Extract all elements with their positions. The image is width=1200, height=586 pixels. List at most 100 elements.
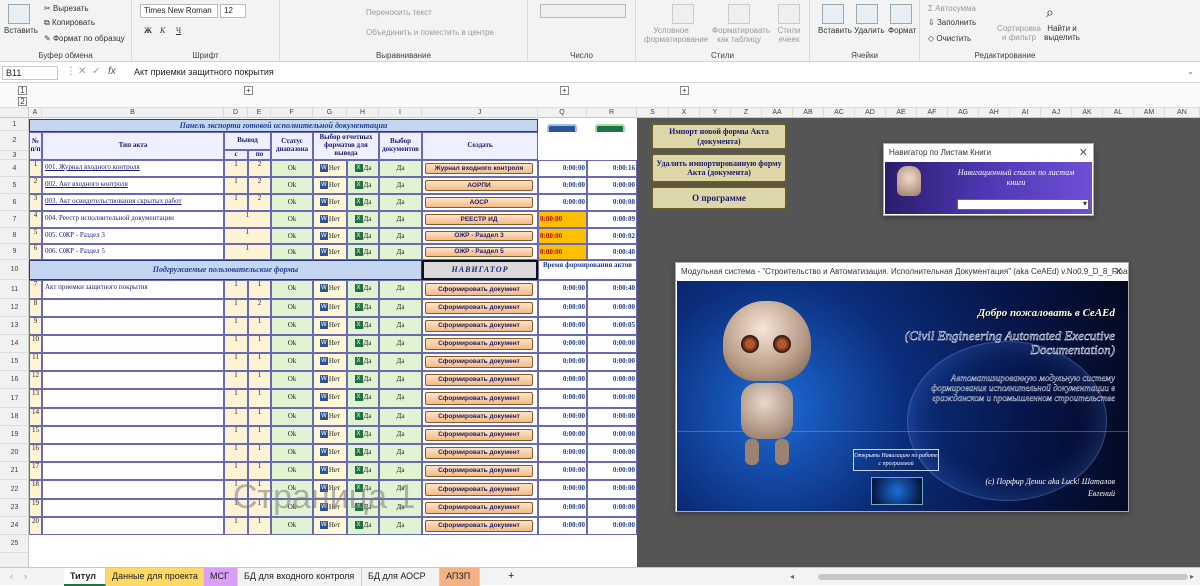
merge-center-button[interactable]: Объединить и поместить в центре <box>366 28 494 37</box>
insert-cells-icon[interactable] <box>822 4 844 24</box>
act-name[interactable] <box>42 335 224 353</box>
row-header[interactable]: 6 <box>0 194 29 211</box>
paste-icon[interactable] <box>8 4 30 24</box>
word-format-choice[interactable]: W Нет <box>313 228 347 244</box>
generate-document-button[interactable]: Сформировать документ <box>425 465 533 477</box>
word-format-choice[interactable]: W Нет <box>313 408 347 426</box>
column-header[interactable]: D <box>224 108 248 118</box>
word-format-choice[interactable]: W Нет <box>313 177 347 194</box>
column-header[interactable]: AF <box>917 108 948 118</box>
column-header[interactable]: AA <box>762 108 793 118</box>
act-name[interactable]: 003. Акт освидетельствования скрытых раб… <box>42 194 224 211</box>
row-header[interactable]: 17 <box>0 389 29 408</box>
document-choice[interactable]: Да <box>379 371 422 389</box>
document-choice[interactable]: Да <box>379 211 422 228</box>
word-format-choice[interactable]: W Нет <box>313 317 347 335</box>
column-header[interactable]: Y <box>700 108 731 118</box>
row-header[interactable]: 23 <box>0 499 29 517</box>
clear-button[interactable]: ◇ Очистить <box>928 34 971 43</box>
act-name[interactable]: 004. Реестр исполнительной документации <box>42 211 224 228</box>
generate-document-button[interactable]: Сформировать документ <box>425 338 533 350</box>
close-icon[interactable]: ✕ <box>1079 146 1088 159</box>
sheet-tab[interactable]: МСГ <box>204 568 238 586</box>
act-name[interactable]: 001. Журнал входного контроля <box>42 160 224 177</box>
excel-format-choice[interactable]: X Да <box>347 194 379 211</box>
output-to[interactable]: 1 <box>248 462 271 480</box>
column-header[interactable]: X <box>669 108 700 118</box>
excel-format-choice[interactable]: X Да <box>347 480 379 499</box>
column-header[interactable]: AC <box>824 108 855 118</box>
excel-format-choice[interactable]: X Да <box>347 353 379 371</box>
column-header[interactable]: J <box>422 108 538 118</box>
excel-format-choice[interactable]: X Да <box>347 462 379 480</box>
cut-button[interactable]: ✂ Вырезать <box>44 4 89 13</box>
row-header[interactable]: 16 <box>0 371 29 389</box>
column-header[interactable]: AE <box>886 108 917 118</box>
generate-document-button[interactable]: Сформировать документ <box>425 283 533 296</box>
column-header[interactable]: I <box>379 108 422 118</box>
copy-button[interactable]: ⧉ Копировать <box>44 18 95 28</box>
paste-button[interactable]: Вставить <box>4 26 38 35</box>
word-format-choice[interactable]: W Нет <box>313 244 347 260</box>
output-from[interactable]: 1 <box>224 408 248 426</box>
word-format-choice[interactable]: W Нет <box>313 480 347 499</box>
cell-styles-icon[interactable] <box>778 4 800 24</box>
generate-document-button[interactable]: РЕЕСТР ИД <box>425 214 533 225</box>
scroll-right-icon[interactable]: › <box>18 568 34 586</box>
act-name[interactable] <box>42 353 224 371</box>
excel-format-choice[interactable]: X Да <box>347 211 379 228</box>
word-format-choice[interactable]: W Нет <box>313 160 347 177</box>
generate-document-button[interactable]: АОРПИ <box>425 180 533 191</box>
act-name[interactable] <box>42 499 224 517</box>
output-from[interactable]: 1 <box>224 517 248 535</box>
word-format-choice[interactable]: W Нет <box>313 299 347 317</box>
output-to[interactable]: 1 <box>248 426 271 444</box>
generate-document-button[interactable]: Журнал входного контроля <box>425 163 533 174</box>
output-to[interactable]: 2 <box>248 194 271 211</box>
row-header[interactable]: 24 <box>0 517 29 535</box>
output-from[interactable]: 1 <box>224 160 248 177</box>
output-to[interactable]: 1 <box>248 480 271 499</box>
excel-format-choice[interactable]: X Да <box>347 299 379 317</box>
document-choice[interactable]: Да <box>379 444 422 462</box>
conditional-format-button[interactable]: Условное форматирование <box>644 26 708 44</box>
sheet-tab[interactable]: АПЗП <box>440 568 480 586</box>
excel-format-choice[interactable]: X Да <box>347 408 379 426</box>
act-name[interactable] <box>42 444 224 462</box>
act-name[interactable]: Акт приемки защитного покрытия <box>42 280 224 299</box>
hscroll-right-icon[interactable]: ▸ <box>1190 573 1199 582</box>
number-format-select[interactable] <box>540 4 626 18</box>
excel-format-choice[interactable]: X Да <box>347 444 379 462</box>
generate-document-button[interactable]: Сформировать документ <box>425 447 533 459</box>
act-name[interactable] <box>42 517 224 535</box>
act-name[interactable] <box>42 371 224 389</box>
delete-form-button[interactable]: Удалить импортированную форму Акта (доку… <box>651 153 787 183</box>
column-header[interactable]: F <box>271 108 313 118</box>
formula-input[interactable]: Акт приемки защитного покрытия <box>134 67 274 77</box>
output-from[interactable]: 1 <box>224 499 248 517</box>
navigation-thumbnail[interactable] <box>871 477 923 505</box>
excel-format-choice[interactable]: X Да <box>347 426 379 444</box>
generate-document-button[interactable]: Сформировать документ <box>425 502 533 514</box>
output-from[interactable]: 1 <box>224 211 271 228</box>
fill-button[interactable]: ⇩ Заполнить <box>928 18 976 27</box>
open-navigation-button[interactable]: Открыть Навигацию по работе с программой <box>853 449 939 471</box>
column-header[interactable]: B <box>42 108 224 118</box>
output-to[interactable]: 1 <box>248 517 271 535</box>
find-select-button[interactable]: Найти и выделить <box>1042 24 1082 42</box>
excel-format-choice[interactable]: X Да <box>347 317 379 335</box>
wrap-text-button[interactable]: Переносить текст <box>366 8 432 17</box>
excel-format-choice[interactable]: X Да <box>347 335 379 353</box>
sheet-select-dropdown[interactable]: ▾ <box>957 199 1089 210</box>
document-choice[interactable]: Да <box>379 280 422 299</box>
generate-document-button[interactable]: Сформировать документ <box>425 392 533 405</box>
word-format-choice[interactable]: W Нет <box>313 389 347 408</box>
column-header[interactable]: Z <box>731 108 762 118</box>
output-to[interactable]: 1 <box>248 389 271 408</box>
word-format-choice[interactable]: W Нет <box>313 499 347 517</box>
document-choice[interactable]: Да <box>379 426 422 444</box>
output-from[interactable]: 1 <box>224 480 248 499</box>
confirm-icon[interactable]: ✓ <box>92 66 100 77</box>
word-format-choice[interactable]: W Нет <box>313 335 347 353</box>
excel-format-choice[interactable]: X Да <box>347 177 379 194</box>
